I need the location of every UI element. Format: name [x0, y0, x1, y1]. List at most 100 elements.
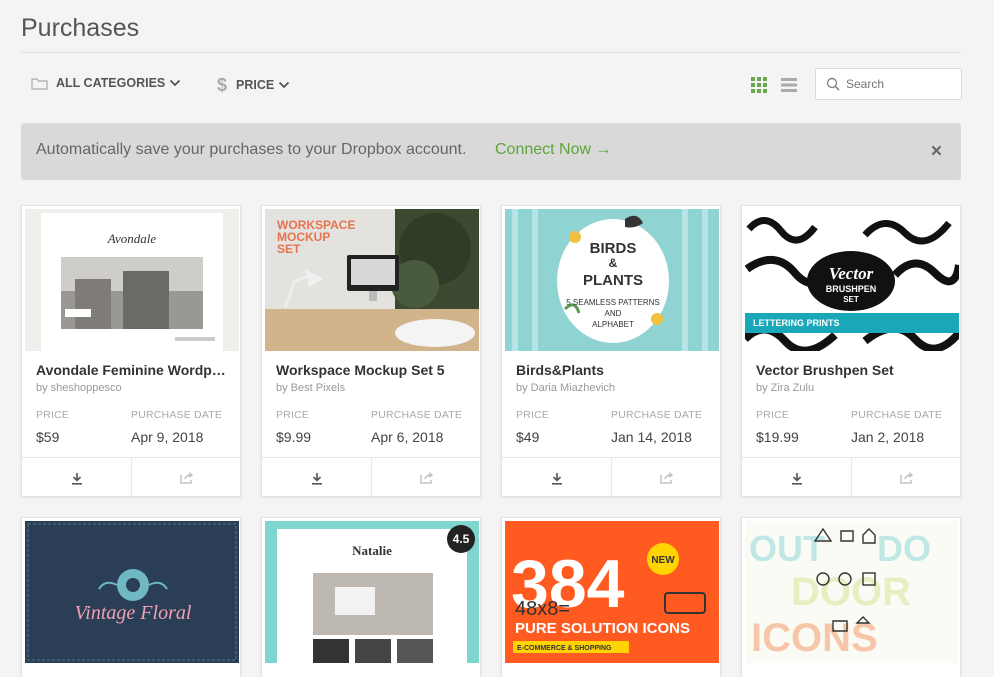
purchase-date-label: PURCHASE DATE: [851, 409, 943, 421]
price-label: PRICE: [756, 409, 790, 421]
purchases-page: Purchases ALL CATEGORIES $ PRICE Search …: [0, 0, 994, 677]
product-price: $49: [516, 429, 540, 445]
purchase-date: Apr 6, 2018: [371, 429, 444, 445]
thumb-text: BIRDS: [590, 240, 637, 257]
product-price: $19.99: [756, 429, 799, 445]
thumb-text: Vintage Floral: [75, 602, 192, 624]
download-button[interactable]: [502, 458, 612, 496]
product-thumbnail[interactable]: Vector BRUSHPEN SET LETTERING PRINTS: [745, 209, 959, 351]
thumb-text: Vector: [829, 264, 874, 283]
product-author[interactable]: by sheshoppesco: [36, 382, 122, 394]
product-title[interactable]: Avondale Feminine Wordpress Theme: [36, 362, 231, 378]
price-filter[interactable]: $ PRICE: [216, 76, 290, 94]
product-card[interactable]: BIRDS & PLANTS 5 SEAMLESS PATTERNS AND A…: [501, 205, 721, 497]
close-banner-button[interactable]: ×: [931, 141, 942, 163]
product-author[interactable]: by Zira Zulu: [756, 382, 814, 394]
share-button[interactable]: [852, 458, 960, 496]
thumb-text: LETTERING PRINTS: [753, 318, 840, 328]
thumb-text: E-COMMERCE & SHOPPING: [517, 645, 612, 652]
product-thumbnail[interactable]: BIRDS & PLANTS 5 SEAMLESS PATTERNS AND A…: [505, 209, 719, 351]
thumb-text: 48x8=: [515, 598, 570, 620]
svg-text:$: $: [217, 76, 227, 94]
thumb-text: &: [609, 256, 618, 270]
download-button[interactable]: [22, 458, 132, 496]
grid-icon: [751, 77, 767, 93]
search-icon: [826, 77, 840, 96]
thumb-text: PURE SOLUTION ICONS: [515, 620, 690, 637]
category-filter-label: ALL CATEGORIES: [56, 76, 166, 90]
dollar-icon: $: [216, 76, 228, 94]
product-thumbnail[interactable]: Avondale: [25, 209, 239, 351]
share-button[interactable]: [612, 458, 720, 496]
version-badge: 4.5: [447, 525, 475, 553]
product-card[interactable]: Vector BRUSHPEN SET LETTERING PRINTS Vec…: [741, 205, 961, 497]
product-card[interactable]: Avondale Avondale Feminine Wordpress The…: [21, 205, 241, 497]
product-card[interactable]: 384 NEW 48x8= PURE SOLUTION ICONS E-COMM…: [501, 517, 721, 677]
product-card[interactable]: Natalie 4.5: [261, 517, 481, 677]
price-label: PRICE: [516, 409, 550, 421]
thumb-text: ALPHABET: [592, 320, 634, 329]
product-card[interactable]: OUT DO DOOR ICONS: [741, 517, 961, 677]
share-icon: [900, 472, 914, 484]
price-label: PRICE: [276, 409, 310, 421]
price-filter-label: PRICE: [236, 78, 275, 92]
product-thumbnail[interactable]: 384 NEW 48x8= PURE SOLUTION ICONS E-COMM…: [505, 521, 719, 663]
card-actions: [262, 457, 480, 496]
thumb-text: PLANTS: [583, 272, 643, 289]
thumb-text: DO: [877, 528, 931, 569]
product-price: $59: [36, 429, 60, 445]
product-author[interactable]: by Daria Miazhevich: [516, 382, 615, 394]
purchase-date-label: PURCHASE DATE: [131, 409, 223, 421]
search-input[interactable]: [846, 75, 956, 93]
download-button[interactable]: [262, 458, 372, 496]
download-icon: [71, 472, 82, 485]
purchase-date-label: PURCHASE DATE: [611, 409, 703, 421]
purchase-date-label: PURCHASE DATE: [371, 409, 463, 421]
product-price: $9.99: [276, 429, 312, 445]
purchase-date: Apr 9, 2018: [131, 429, 204, 445]
share-button[interactable]: [372, 458, 480, 496]
thumb-text: OUT: [749, 528, 825, 569]
thumb-text: SET: [843, 295, 859, 304]
thumb-text: Natalie: [352, 543, 392, 558]
thumb-text: 5 SEAMLESS PATTERNS: [566, 298, 660, 307]
chevron-down-icon: [169, 79, 181, 87]
share-icon: [420, 472, 434, 484]
card-actions: [742, 457, 960, 496]
product-title[interactable]: Vector Brushpen Set: [756, 362, 951, 378]
card-actions: [22, 457, 240, 496]
download-icon: [791, 472, 802, 485]
list-view-button[interactable]: [781, 77, 797, 98]
thumb-text: Avondale: [107, 231, 157, 246]
connect-now-link[interactable]: Connect Now →: [495, 141, 612, 159]
product-title[interactable]: Workspace Mockup Set 5: [276, 362, 471, 378]
product-thumbnail[interactable]: OUT DO DOOR ICONS: [745, 521, 959, 663]
purchase-date: Jan 2, 2018: [851, 429, 925, 445]
category-filter[interactable]: ALL CATEGORIES: [31, 76, 181, 90]
product-thumbnail[interactable]: Vintage Floral: [25, 521, 239, 663]
thumb-text: BRUSHPEN: [826, 284, 877, 294]
product-card[interactable]: Vintage Floral: [21, 517, 241, 677]
list-icon: [781, 78, 797, 92]
search-box[interactable]: [815, 68, 962, 100]
purchase-date: Jan 14, 2018: [611, 429, 692, 445]
download-button[interactable]: [742, 458, 852, 496]
download-icon: [311, 472, 322, 485]
thumb-text: SET: [277, 242, 301, 256]
product-thumbnail[interactable]: WORKSPACE MOCKUP SET: [265, 209, 479, 351]
price-label: PRICE: [36, 409, 70, 421]
thumb-text: NEW: [651, 555, 675, 566]
share-icon: [180, 472, 194, 484]
dropbox-banner: Automatically save your purchases to you…: [21, 123, 961, 180]
product-card[interactable]: WORKSPACE MOCKUP SET Workspace Mockup Se…: [261, 205, 481, 497]
page-title: Purchases: [21, 14, 140, 42]
folder-icon: [31, 77, 48, 90]
product-author[interactable]: by Best Pixels: [276, 382, 345, 394]
banner-text: Automatically save your purchases to you…: [36, 141, 467, 158]
share-button[interactable]: [132, 458, 240, 496]
title-divider: [21, 52, 961, 53]
product-title[interactable]: Birds&Plants: [516, 362, 711, 378]
chevron-down-icon: [278, 81, 290, 89]
download-icon: [551, 472, 562, 485]
grid-view-button[interactable]: [751, 77, 767, 98]
